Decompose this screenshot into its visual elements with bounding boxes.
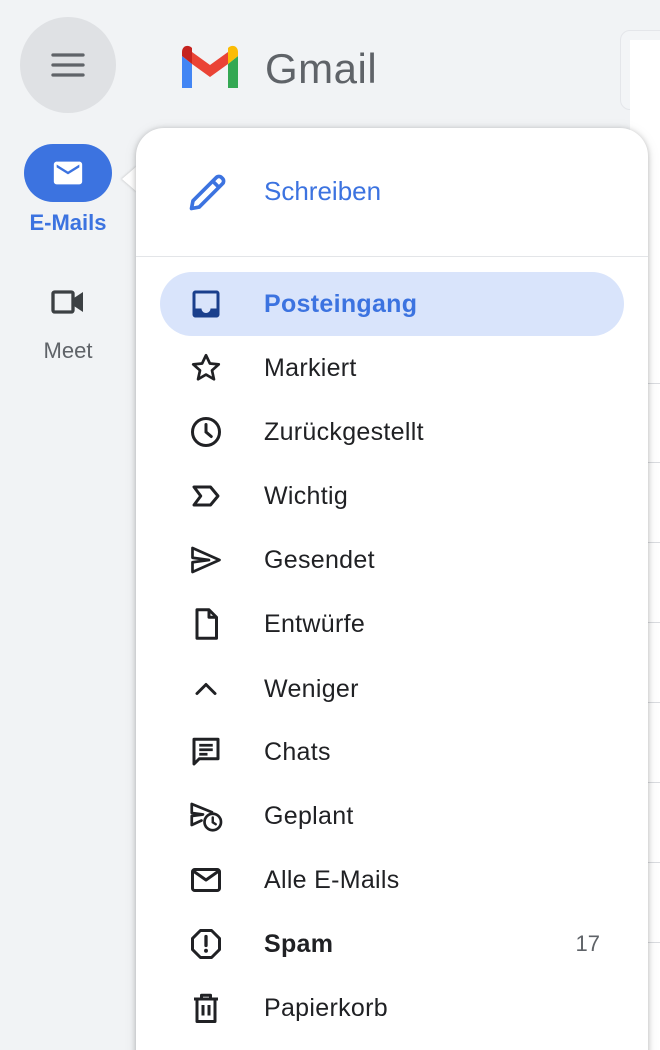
nav-item-label: Spam bbox=[264, 930, 334, 958]
app-title: Gmail bbox=[265, 45, 378, 92]
nav-item-important[interactable]: Wichtig bbox=[160, 464, 624, 528]
nav-item-label: Entwürfe bbox=[264, 610, 366, 638]
compose-button[interactable]: Schreiben bbox=[136, 128, 648, 256]
nav-item-sent[interactable]: Gesendet bbox=[160, 528, 624, 592]
draft-icon bbox=[195, 608, 218, 640]
chat-icon bbox=[192, 737, 220, 766]
nav-item-label: Weniger bbox=[264, 675, 359, 703]
nav-item-label: Markiert bbox=[264, 354, 357, 382]
nav-item-spam[interactable]: Spam 17 bbox=[160, 912, 624, 976]
send-icon bbox=[191, 546, 221, 574]
chevron-up-icon bbox=[195, 683, 217, 695]
nav-item-label: Alle E-Mails bbox=[264, 866, 400, 894]
mail-icon bbox=[53, 161, 83, 185]
nav-item-trash[interactable]: Papierkorb bbox=[160, 976, 624, 1040]
compose-label: Schreiben bbox=[264, 176, 382, 206]
nav-item-label: Gesendet bbox=[264, 546, 375, 574]
nav-item-inbox[interactable]: Posteingang bbox=[160, 272, 624, 336]
nav-item-label: Zurückgestellt bbox=[264, 418, 424, 446]
inbox-icon bbox=[192, 290, 220, 318]
rail-mail-button[interactable] bbox=[24, 144, 112, 202]
list-divider bbox=[646, 542, 660, 543]
list-divider bbox=[646, 702, 660, 703]
gmail-logo-icon[interactable] bbox=[178, 44, 242, 92]
nav-item-label: Posteingang bbox=[264, 290, 418, 318]
list-divider bbox=[646, 782, 660, 783]
trash-icon bbox=[194, 993, 218, 1023]
nav-item-starred[interactable]: Markiert bbox=[160, 336, 624, 400]
nav-item-scheduled[interactable]: Geplant bbox=[160, 784, 624, 848]
list-divider bbox=[646, 942, 660, 943]
list-divider bbox=[646, 862, 660, 863]
nav-item-snoozed[interactable]: Zurückgestellt bbox=[160, 400, 624, 464]
star-icon bbox=[191, 353, 221, 381]
nav-item-chats[interactable]: Chats bbox=[160, 720, 624, 784]
drawer-pointer bbox=[122, 166, 137, 192]
scheduled-send-icon bbox=[190, 802, 223, 832]
list-divider bbox=[646, 383, 660, 384]
nav-item-label: Papierkorb bbox=[264, 994, 388, 1022]
list-divider bbox=[646, 462, 660, 463]
divider bbox=[136, 256, 648, 257]
clock-icon bbox=[191, 417, 221, 447]
important-icon bbox=[192, 485, 220, 507]
rail-meet-label[interactable]: Meet bbox=[0, 338, 136, 364]
list-divider bbox=[646, 622, 660, 623]
nav-item-label: Wichtig bbox=[264, 482, 349, 510]
pencil-icon bbox=[189, 174, 226, 211]
hamburger-menu-icon bbox=[51, 53, 85, 77]
nav-item-all-mail[interactable]: Alle E-Mails bbox=[160, 848, 624, 912]
navigation-drawer: Schreiben Posteingang Markiert Zurückges… bbox=[136, 128, 648, 1050]
nav-item-label: Geplant bbox=[264, 802, 354, 830]
unread-count: 17 bbox=[575, 931, 600, 956]
video-camera-icon[interactable] bbox=[48, 282, 88, 322]
main-menu-button[interactable] bbox=[20, 17, 116, 113]
rail-mail-label[interactable]: E-Mails bbox=[0, 210, 136, 236]
nav-item-drafts[interactable]: Entwürfe bbox=[160, 592, 624, 656]
nav-item-less[interactable]: Weniger bbox=[160, 657, 624, 721]
nav-item-label: Chats bbox=[264, 738, 331, 766]
spam-icon bbox=[191, 929, 221, 959]
mail-icon bbox=[191, 868, 221, 892]
